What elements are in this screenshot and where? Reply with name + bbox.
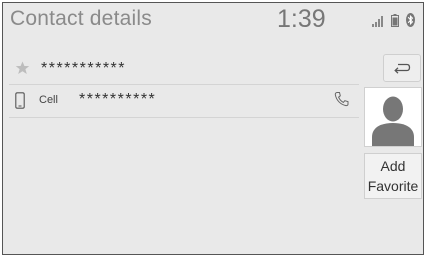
signal-bars-icon [372, 16, 383, 27]
person-silhouette-icon [372, 96, 414, 146]
page-title: Contact details [10, 7, 152, 30]
screen-frame: Contact details 1:39 *********** Cell **… [2, 2, 424, 255]
contact-info-list: *********** Cell ********** [9, 54, 359, 118]
add-favorite-label-line2: Favorite [367, 178, 419, 194]
return-arrow-icon [394, 63, 411, 74]
add-favorite-button[interactable]: Add Favorite [364, 153, 422, 199]
contact-name: *********** [41, 60, 126, 77]
contact-avatar [364, 87, 422, 147]
phone-handset-icon[interactable] [334, 91, 349, 112]
mobile-phone-icon [15, 92, 25, 114]
clock: 1:39 [277, 5, 326, 33]
add-favorite-label-line1: Add [380, 158, 406, 174]
star-icon [15, 61, 30, 80]
phone-row[interactable]: Cell ********** [9, 85, 359, 118]
contact-name-row: *********** [9, 54, 359, 85]
phone-number: ********** [79, 91, 157, 108]
status-icons [372, 13, 415, 27]
phone-type-label: Cell [39, 94, 58, 106]
bluetooth-icon [406, 13, 415, 27]
battery-icon [391, 14, 399, 27]
back-button[interactable] [383, 54, 421, 82]
header-bar: Contact details 1:39 [3, 3, 423, 39]
